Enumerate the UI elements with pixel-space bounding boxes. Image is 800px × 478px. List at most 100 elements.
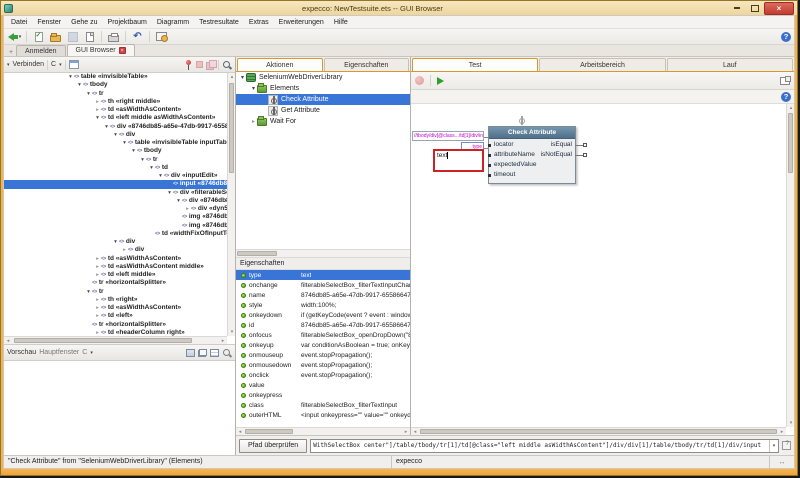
dom-tree-row[interactable]: td «left» [4,312,227,320]
properties-scrollbar[interactable]: ◂ ▸ [236,427,410,435]
expand-icon[interactable] [94,106,101,114]
dom-tree-row[interactable]: div [4,246,227,254]
help-icon[interactable] [781,92,791,102]
dom-tree-row[interactable]: img «8746db85-a65e [4,222,227,230]
horizontal-scrollbar[interactable]: ◂ ▸ [411,427,786,435]
expand-icon[interactable] [94,296,101,304]
property-row[interactable]: onmouseupevent.stopPropagation(); [236,350,410,360]
property-row[interactable]: classfilterableSelectBox_filterTextInput [236,400,410,410]
dom-tree-row[interactable]: table «invisibleTable inputTable» [4,139,227,147]
scrollbar-thumb[interactable] [237,251,277,256]
table-icon[interactable] [210,349,219,357]
menu-testresultate[interactable]: Testresultate [194,16,244,29]
chevron-down-icon[interactable]: ▾ [90,350,93,356]
input-pin[interactable] [488,144,491,147]
dom-tree-row[interactable]: div «inputEdit» [4,172,227,180]
refresh-button[interactable]: C [51,61,56,68]
expand-icon[interactable] [94,304,101,312]
dom-tree-row[interactable]: td «left middle» [4,271,227,279]
menu-fenster[interactable]: Fenster [32,16,66,29]
dom-tree-row[interactable]: div «8746db85-a65 [4,197,227,205]
dom-tree-row[interactable]: tr [4,288,227,296]
path-field[interactable]: WithSelectBox center"]/table/tbody/tr[1]… [310,439,779,453]
dom-tree-row[interactable]: td «left middle asWidthAsContent» [4,114,227,122]
collapse-icon[interactable] [166,189,173,197]
action-tree-row[interactable]: SeleniumWebDriverLibrary [236,72,410,83]
property-row[interactable]: onkeyupvar conditionAsBoolean = true; on… [236,340,410,350]
scroll-left-icon[interactable]: ◂ [411,428,419,436]
property-row[interactable]: name8746db85-a65e-47db-9917-655866477a33… [236,290,410,300]
dom-tree-row[interactable]: div «filterableSelectB [4,189,227,197]
back-button[interactable]: ▾ [7,30,22,44]
expand-icon[interactable] [94,98,101,106]
scroll-left-icon[interactable]: ◂ [4,337,12,345]
block-input-timeout[interactable]: timeout [489,170,575,180]
property-row[interactable]: onclickevent.stopPropagation(); [236,370,410,380]
check-attribute-block[interactable]: Check Attribute locatorattributeNameexpe… [488,126,576,184]
help-icon[interactable] [781,32,791,42]
collapse-icon[interactable] [130,147,137,155]
detach-window-icon[interactable] [780,77,790,85]
dom-tree-row[interactable]: tr [4,90,227,98]
tab-test[interactable]: Test [412,58,538,71]
vertical-scrollbar[interactable]: ▴ ▾ [227,73,235,336]
collapse-icon[interactable] [67,73,74,81]
expand-icon[interactable] [94,329,101,336]
dom-tree-row[interactable]: td «asWidthAsContent» [4,255,227,263]
dom-tree-row[interactable]: td «asWidthAsContent» [4,304,227,312]
collapse-icon[interactable] [85,90,92,98]
menu-diagramm[interactable]: Diagramm [152,16,194,29]
path-text[interactable]: WithSelectBox center"]/table/tbody/tr[1]… [311,442,769,449]
action-tree-row[interactable]: Elements [236,83,410,94]
block-output-isnotequal[interactable]: isNotEqual [541,150,572,160]
dom-tree-row[interactable]: tbody [4,81,227,89]
dom-tree-row[interactable]: td «headerColumn right» [4,329,227,336]
scroll-down-icon[interactable]: ▾ [787,419,794,427]
property-row[interactable]: id8746db85-a65e-47db-9917-655866477a33_f… [236,320,410,330]
undo-button[interactable] [130,30,145,44]
preview-refresh-button[interactable]: C [82,349,87,356]
scrollbar-thumb[interactable] [788,113,793,173]
history-button[interactable] [154,30,169,44]
collapse-icon[interactable] [112,131,119,139]
expand-icon[interactable] [94,255,101,263]
property-row[interactable]: stylewidth:100%; [236,300,410,310]
expand-icon[interactable] [184,205,191,213]
run-button[interactable] [437,77,444,85]
check-path-button[interactable]: Pfad überprüfen [239,439,307,453]
scrollbar-thumb[interactable] [229,83,234,173]
collapse-icon[interactable] [103,123,110,131]
close-button[interactable]: × [764,2,794,15]
layers-icon[interactable] [198,349,207,357]
screenshot-icon[interactable] [69,60,79,69]
action-tree-row[interactable]: Get Attribute [236,105,410,116]
property-row[interactable]: onmousedownevent.stopPropagation(); [236,360,410,370]
scroll-right-icon[interactable]: ▸ [219,337,227,345]
scrollbar-thumb[interactable] [420,429,777,434]
scroll-right-icon[interactable]: ▸ [402,428,410,436]
input-pin[interactable] [488,174,491,177]
property-row[interactable]: onchangefilterableSelectBox_filterTextIn… [236,280,410,290]
doc-tab-gui-browser[interactable]: GUI Browser [67,44,135,56]
scroll-right-icon[interactable]: ▸ [778,428,786,436]
menu-datei[interactable]: Datei [6,16,32,29]
dom-tree-row[interactable]: input «8746db85-a65 [4,180,227,188]
path-options-icon[interactable] [782,441,791,450]
dom-tree-row[interactable]: tr «horizontalSplitter» [4,321,227,329]
scroll-up-icon[interactable]: ▴ [228,73,235,81]
expand-icon[interactable] [121,246,128,254]
input-pin[interactable] [488,154,491,157]
chevron-down-icon[interactable]: ▾ [59,62,62,68]
inspect-element-icon[interactable] [222,60,232,70]
tab-arbeitsbereich[interactable]: Arbeitsbereich [539,58,665,71]
locator-value-box[interactable]: //tbody/div[@class.../td[1]/div/input [412,131,484,141]
print-button[interactable] [106,30,121,44]
connect-button[interactable]: Verbinden [13,61,45,68]
dom-tree-row[interactable]: table «invisibleTable» [4,73,227,81]
dom-tree-row[interactable]: img «8746db85-a65e [4,213,227,221]
open-button[interactable] [48,30,63,44]
dom-tree-row[interactable]: div «8746db85-a65e-47db-9917-6558664 [4,123,227,131]
collapse-icon[interactable] [112,238,119,246]
dom-tree-row[interactable]: div «dyn5» [4,205,227,213]
diagram-canvas[interactable]: //tbody/div[@class.../td[1]/div/input ty… [411,104,786,427]
